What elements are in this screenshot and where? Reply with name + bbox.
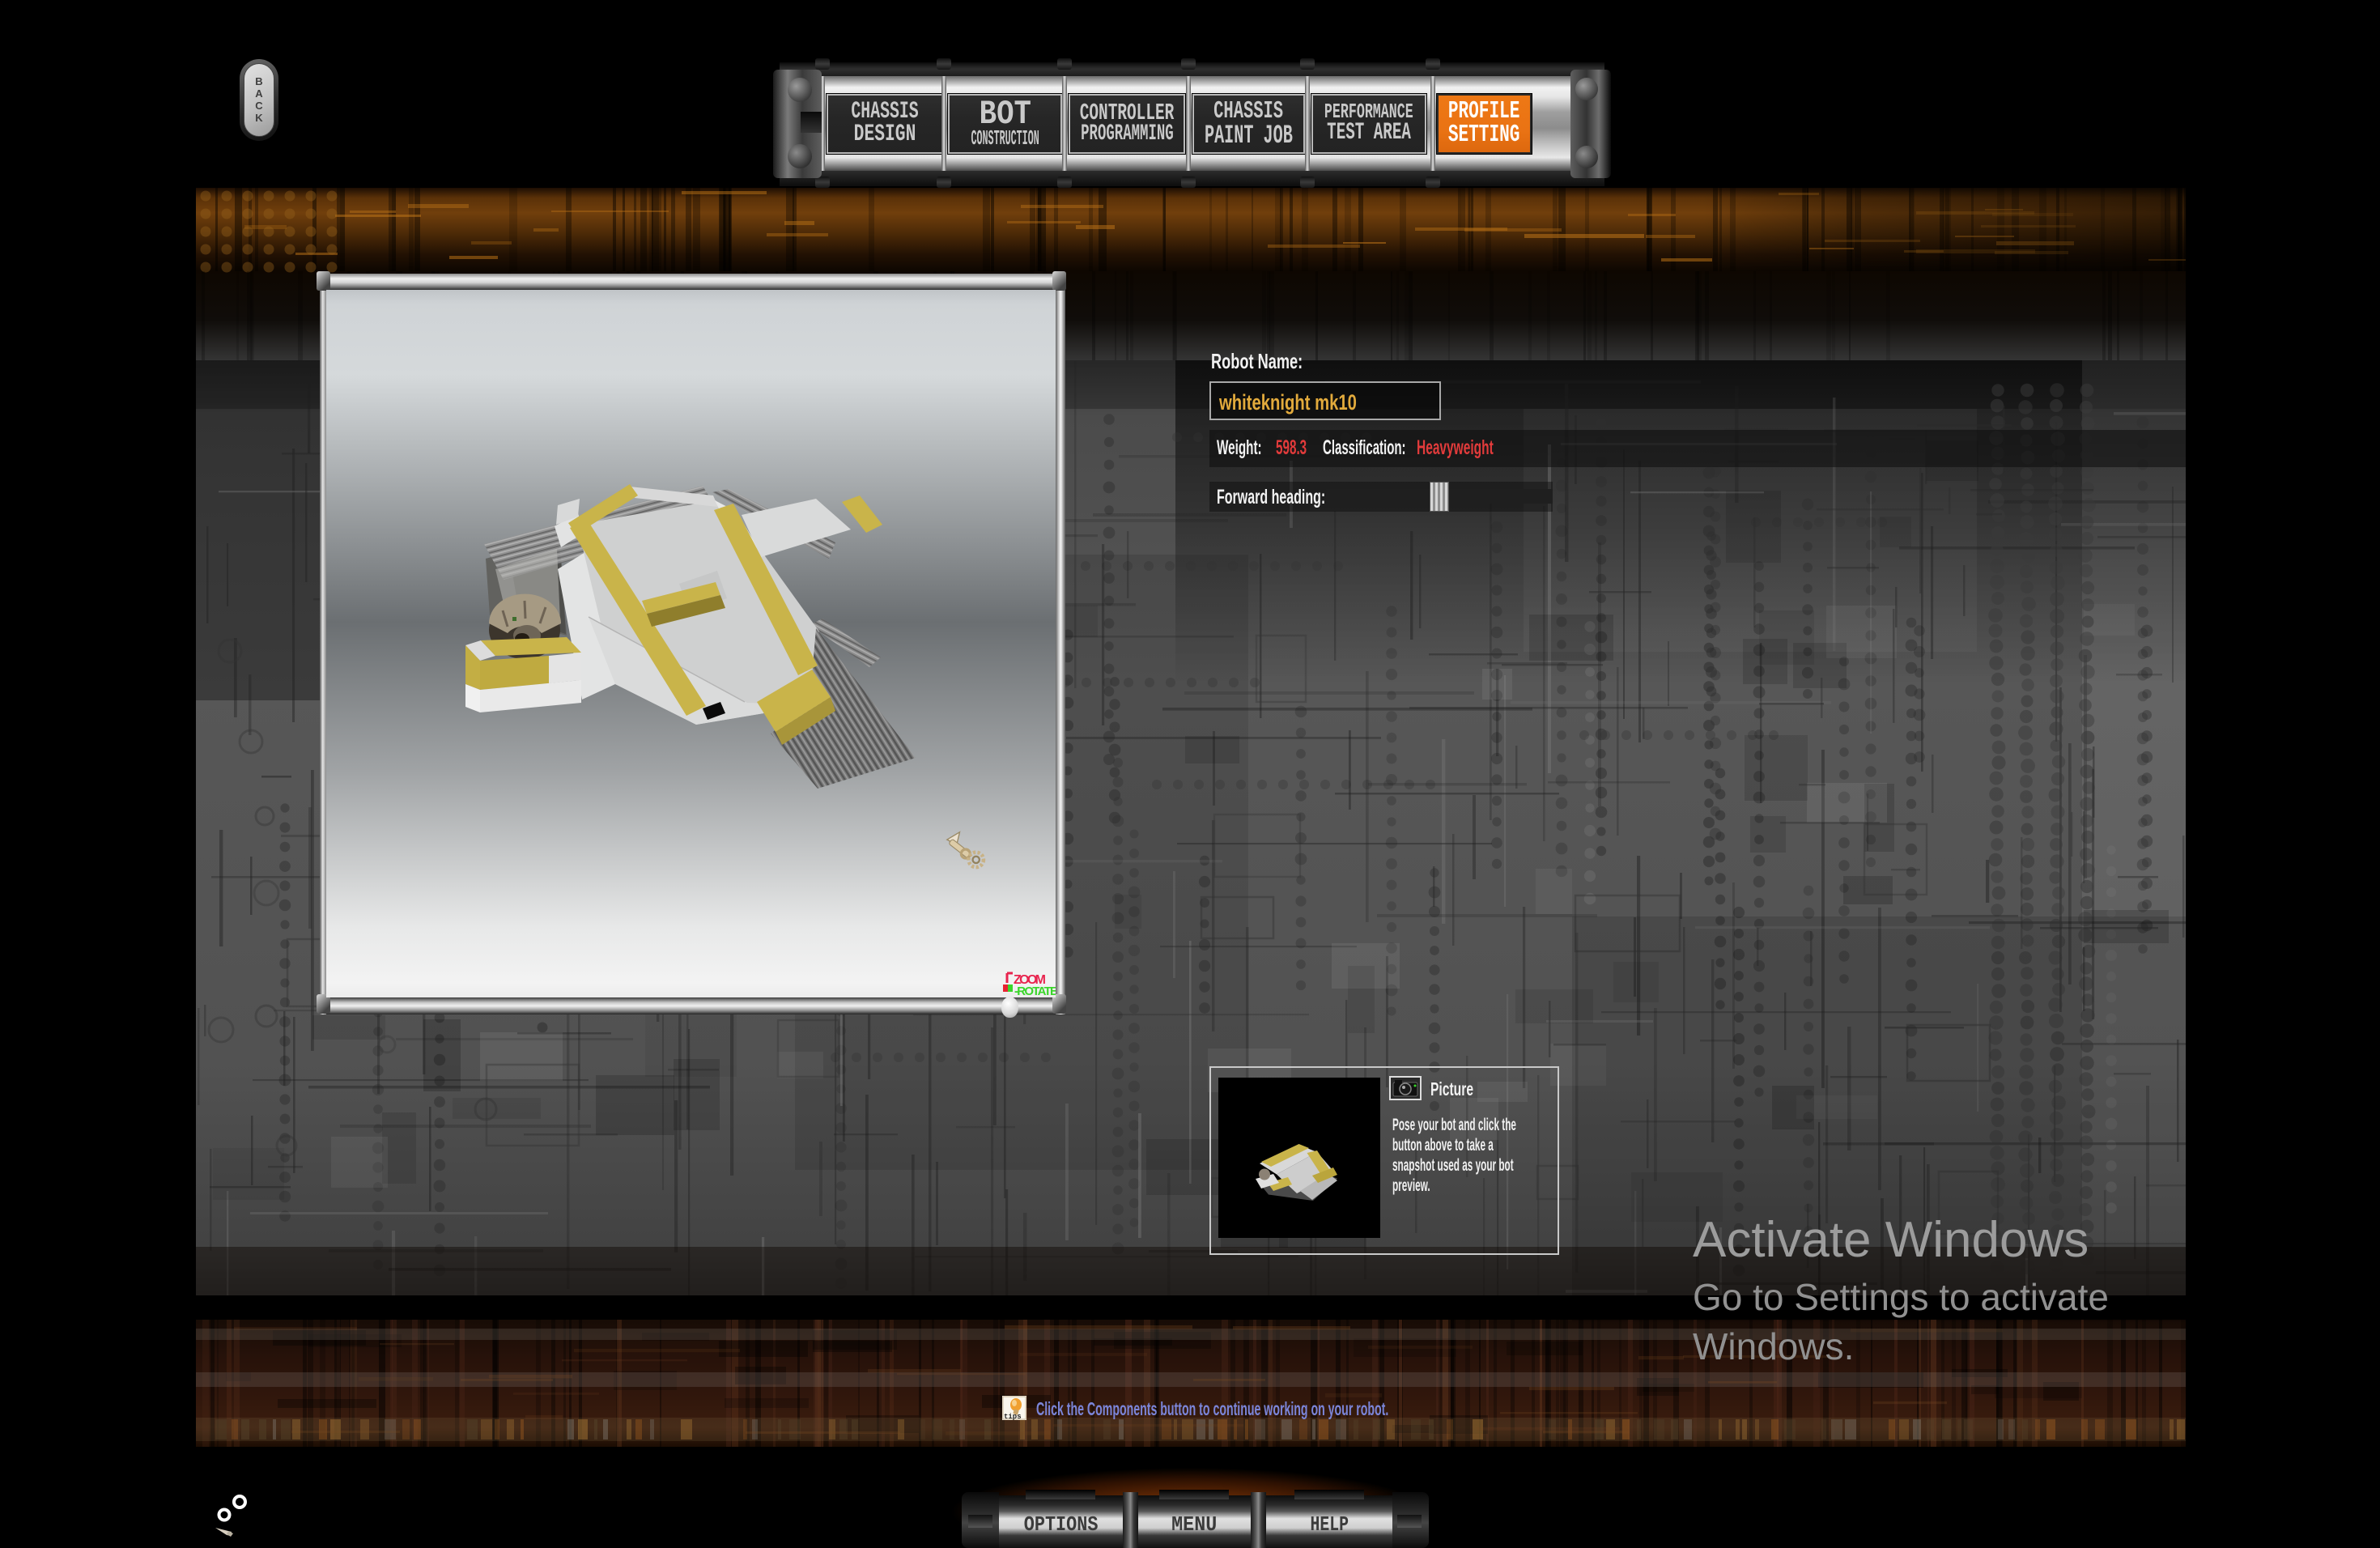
svg-text:-ROTATE: -ROTATE — [1014, 985, 1056, 997]
svg-text:tips: tips — [1004, 1413, 1022, 1420]
